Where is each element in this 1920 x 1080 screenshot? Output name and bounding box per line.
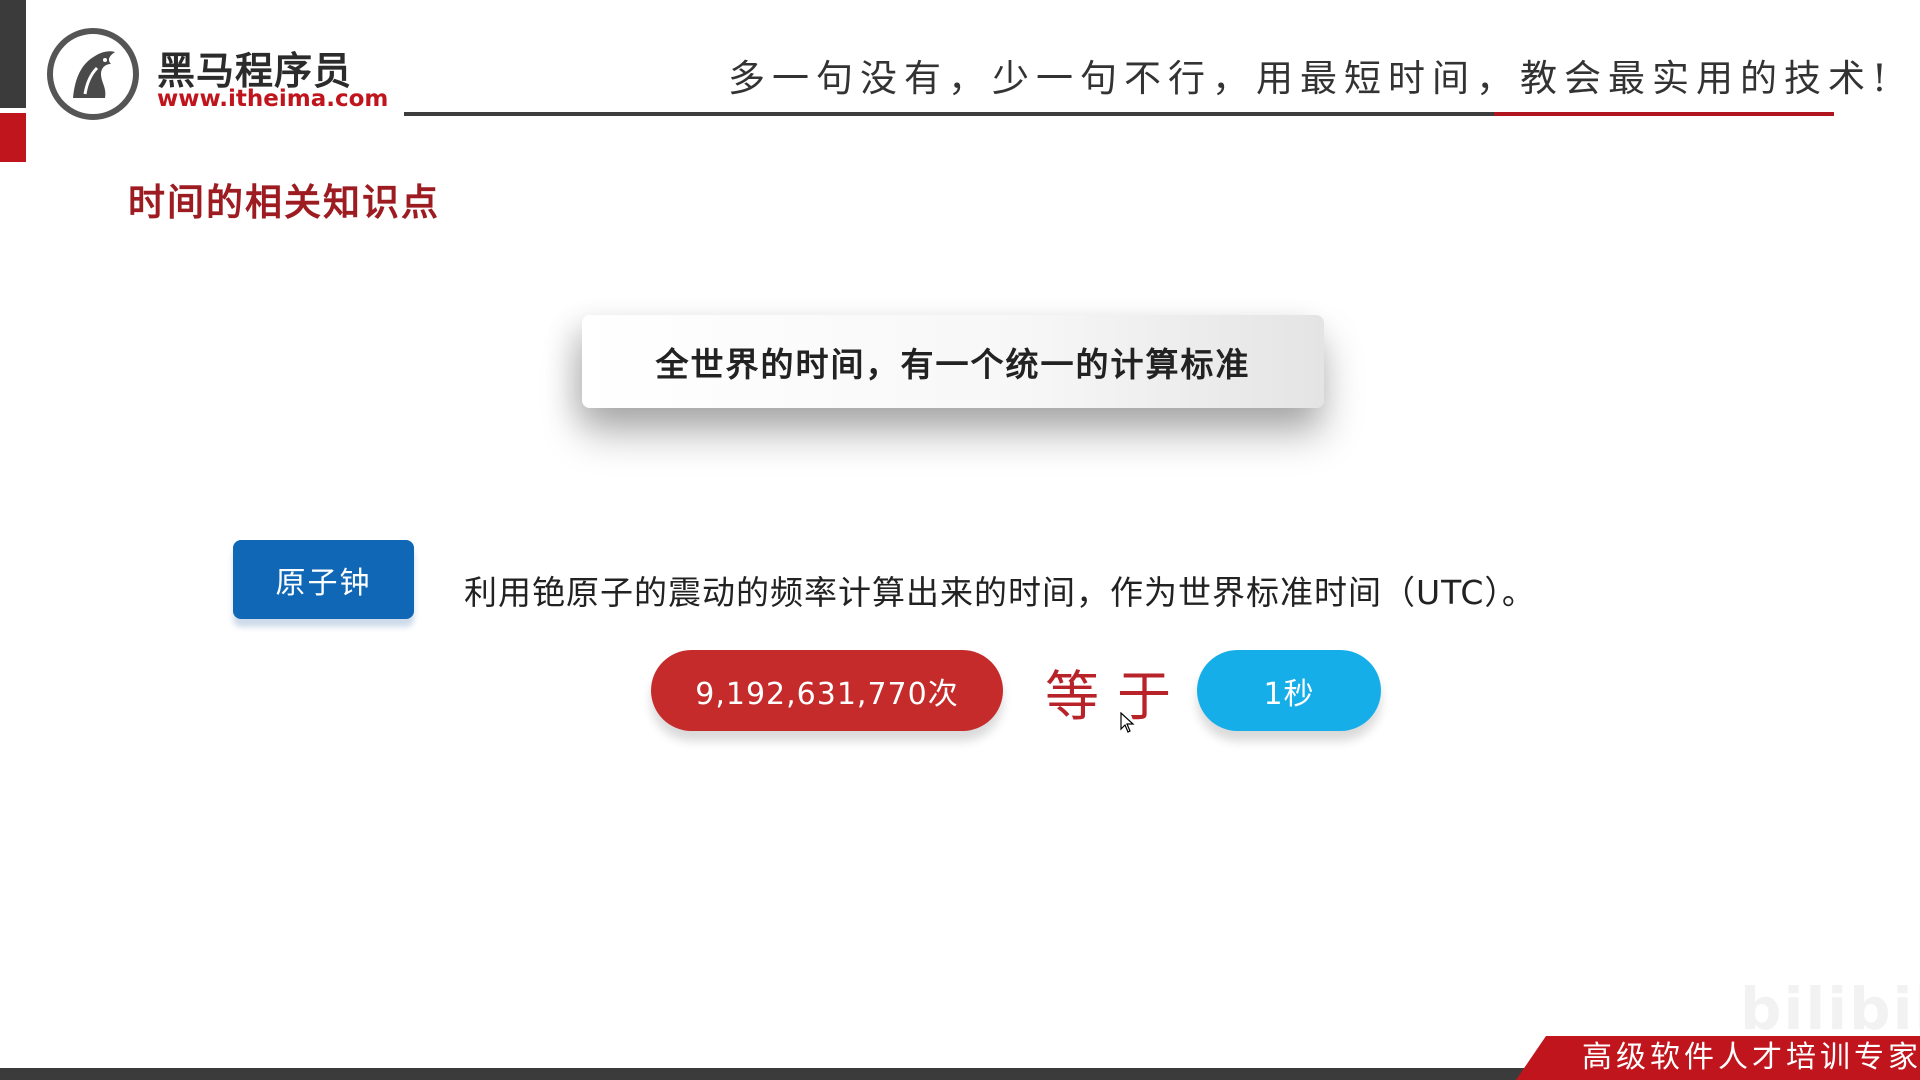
logo-url: www.itheima.com — [157, 86, 389, 112]
footer-tagline: 高级软件人才培训专家 — [1582, 1040, 1920, 1075]
one-second-pill: 1秒 — [1197, 650, 1381, 731]
section-title: 时间的相关知识点 — [128, 181, 440, 224]
left-accent-bar-dark — [0, 0, 26, 108]
standard-statement-card: 全世界的时间，有一个统一的计算标准 — [582, 315, 1324, 408]
atomic-clock-label-box: 原子钟 — [233, 540, 414, 619]
bilibili-watermark: bilibili — [1740, 975, 1920, 1043]
horse-head-logo-icon — [47, 28, 139, 120]
header-divider-accent — [1494, 112, 1834, 116]
left-accent-bar-red — [0, 113, 26, 162]
brand-logo: 黑马程序员 www.itheima.com — [47, 24, 388, 124]
mouse-pointer-icon — [1120, 712, 1135, 733]
header-divider — [404, 112, 1494, 116]
oscillation-count-pill: 9,192,631,770次 — [651, 650, 1003, 731]
header-slogan: 多一句没有，少一句不行，用最短时间，教会最实用的技术! — [728, 57, 1894, 100]
standard-statement-text: 全世界的时间，有一个统一的计算标准 — [655, 344, 1251, 384]
utc-description: 利用铯原子的震动的频率计算出来的时间，作为世界标准时间（UTC）。 — [464, 573, 1536, 612]
equals-label: 等于 — [1045, 665, 1189, 728]
